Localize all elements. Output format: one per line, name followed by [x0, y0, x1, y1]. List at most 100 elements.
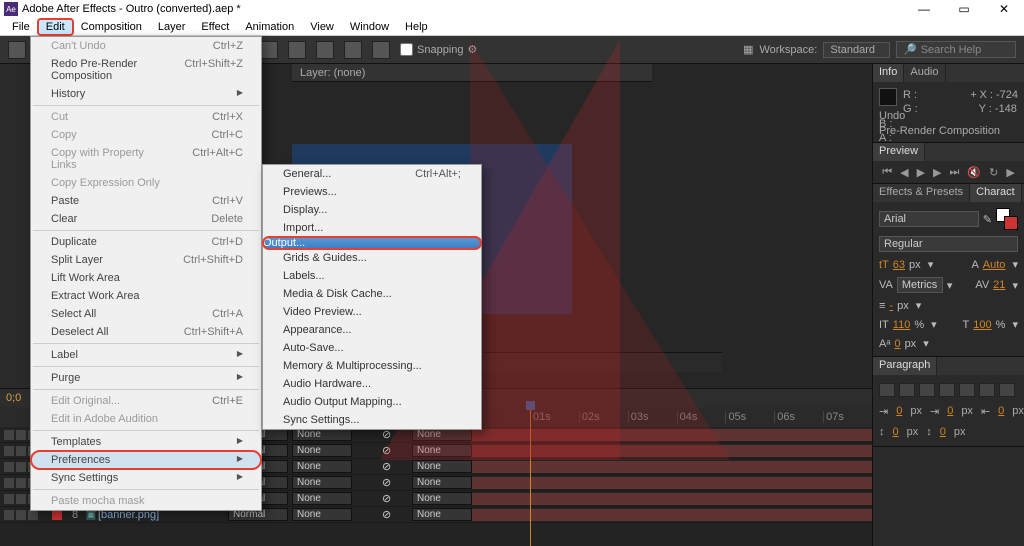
menu-composition[interactable]: Composition: [73, 19, 150, 35]
edit-menu-item[interactable]: DuplicateCtrl+D: [31, 233, 261, 251]
layer-duration-bar[interactable]: [472, 460, 872, 474]
menu-window[interactable]: Window: [342, 19, 397, 35]
leading-value[interactable]: Auto: [983, 259, 1006, 271]
tab-info[interactable]: Info: [873, 64, 904, 82]
font-family-select[interactable]: Arial: [879, 211, 979, 227]
layer-parent-select[interactable]: None: [412, 508, 472, 521]
tab-audio[interactable]: Audio: [904, 64, 945, 82]
layer-parent-select[interactable]: None: [412, 460, 472, 473]
prefs-menu-item[interactable]: Display...: [263, 201, 481, 219]
snapping-checkbox[interactable]: [400, 43, 413, 56]
selection-tool-icon[interactable]: [8, 41, 26, 59]
align-center-button[interactable]: [899, 383, 915, 397]
edit-menu-item[interactable]: Deselect AllCtrl+Shift+A: [31, 323, 261, 341]
menu-view[interactable]: View: [302, 19, 342, 35]
prefs-menu-item[interactable]: Labels...: [263, 267, 481, 285]
space-after-value[interactable]: 0: [940, 426, 946, 438]
font-size-value[interactable]: 63: [893, 259, 905, 271]
eraser-tool-icon[interactable]: [316, 41, 334, 59]
hscale-value[interactable]: 100: [973, 319, 991, 331]
search-help-field[interactable]: 🔎 Search Help: [896, 41, 1016, 58]
preview-first-icon[interactable]: ⏮: [882, 166, 892, 179]
preview-ram-icon[interactable]: ▶: [1006, 166, 1014, 179]
edit-menu-item[interactable]: Lift Work Area: [31, 269, 261, 287]
workspace-icon[interactable]: ▦: [743, 43, 753, 56]
window-minimize-button[interactable]: —: [904, 0, 944, 18]
menu-help[interactable]: Help: [397, 19, 436, 35]
edit-menu-item[interactable]: Templates: [31, 433, 261, 451]
layer-parent-link-icon[interactable]: ⊘: [382, 476, 412, 489]
layer-parent-link-icon[interactable]: ⊘: [382, 492, 412, 505]
layer-duration-bar[interactable]: [472, 508, 872, 522]
edit-menu-item[interactable]: Preferences: [31, 451, 261, 469]
justify-right-button[interactable]: [979, 383, 995, 397]
prefs-menu-item[interactable]: Audio Hardware...: [263, 375, 481, 393]
edit-menu-item[interactable]: History: [31, 85, 261, 103]
tab-character[interactable]: Charact: [970, 184, 1022, 202]
preview-mute-icon[interactable]: 🔇: [967, 166, 981, 179]
snapping-toggle[interactable]: Snapping ⚙: [400, 43, 477, 56]
prefs-menu-item[interactable]: Appearance...: [263, 321, 481, 339]
layer-duration-bar[interactable]: [472, 444, 872, 458]
preview-play-icon[interactable]: ▶: [917, 166, 925, 179]
layer-color-label[interactable]: [52, 510, 62, 520]
layer-parent-link-icon[interactable]: ⊘: [382, 460, 412, 473]
stroke-width-value[interactable]: -: [889, 300, 893, 312]
prefs-menu-item[interactable]: Auto-Save...: [263, 339, 481, 357]
layer-trkmat-select[interactable]: None: [292, 508, 352, 521]
justify-left-button[interactable]: [939, 383, 955, 397]
prefs-menu-item[interactable]: Grids & Guides...: [263, 249, 481, 267]
prefs-menu-item[interactable]: Sync Settings...: [263, 411, 481, 429]
space-before-value[interactable]: 0: [893, 426, 899, 438]
layer-panel-tab[interactable]: Layer: (none): [292, 64, 652, 82]
clone-tool-icon[interactable]: [288, 41, 306, 59]
edit-menu-item[interactable]: Extract Work Area: [31, 287, 261, 305]
prefs-menu-item[interactable]: Media & Disk Cache...: [263, 285, 481, 303]
preview-prev-icon[interactable]: ◀: [900, 166, 908, 179]
prefs-menu-item[interactable]: Video Preview...: [263, 303, 481, 321]
preview-loop-icon[interactable]: ↻: [989, 166, 998, 179]
layer-parent-select[interactable]: None: [412, 492, 472, 505]
align-left-button[interactable]: [879, 383, 895, 397]
workspace-select[interactable]: Standard: [823, 42, 890, 58]
vscale-value[interactable]: 110: [893, 319, 911, 331]
menu-layer[interactable]: Layer: [150, 19, 194, 35]
preferences-submenu[interactable]: General...Ctrl+Alt+;Previews...Display..…: [262, 164, 482, 430]
justify-center-button[interactable]: [959, 383, 975, 397]
font-style-select[interactable]: Regular: [879, 236, 1018, 252]
layer-parent-select[interactable]: None: [412, 444, 472, 457]
fill-stroke-swatch[interactable]: [996, 208, 1018, 230]
layer-parent-link-icon[interactable]: ⊘: [382, 508, 412, 521]
puppet-tool-icon[interactable]: [372, 41, 390, 59]
edit-menu-item[interactable]: ClearDelete: [31, 210, 261, 228]
prefs-menu-item[interactable]: Import...: [263, 219, 481, 237]
layer-duration-bar[interactable]: [472, 492, 872, 506]
edit-menu-item[interactable]: Purge: [31, 369, 261, 387]
justify-all-button[interactable]: [999, 383, 1015, 397]
menu-edit[interactable]: Edit: [38, 19, 73, 35]
preview-last-icon[interactable]: ⏭: [950, 166, 960, 179]
align-right-button[interactable]: [919, 383, 935, 397]
edit-menu-item[interactable]: Redo Pre-Render CompositionCtrl+Shift+Z: [31, 55, 261, 85]
brush-tool-icon[interactable]: [260, 41, 278, 59]
tab-paragraph[interactable]: Paragraph: [873, 357, 937, 375]
indent-right-value[interactable]: 0: [998, 405, 1004, 418]
prefs-menu-item[interactable]: Memory & Multiprocessing...: [263, 357, 481, 375]
indent-first-value[interactable]: 0: [947, 405, 953, 418]
layer-flags[interactable]: [0, 510, 48, 520]
prefs-menu-item[interactable]: General...Ctrl+Alt+;: [263, 165, 481, 183]
edit-menu-item[interactable]: Sync Settings: [31, 469, 261, 487]
window-close-button[interactable]: ✕: [984, 0, 1024, 18]
edit-menu-item[interactable]: Label: [31, 346, 261, 364]
layer-trkmat-select[interactable]: None: [292, 444, 352, 457]
tab-preview[interactable]: Preview: [873, 143, 925, 161]
prefs-menu-item[interactable]: Previews...: [263, 183, 481, 201]
menu-animation[interactable]: Animation: [237, 19, 302, 35]
roto-tool-icon[interactable]: [344, 41, 362, 59]
window-maximize-button[interactable]: ▭: [944, 0, 984, 18]
kerning-select[interactable]: Metrics: [897, 277, 943, 293]
tracking-value[interactable]: 21: [993, 279, 1005, 291]
layer-trkmat-select[interactable]: None: [292, 492, 352, 505]
layer-trkmat-select[interactable]: None: [292, 476, 352, 489]
edit-menu-item[interactable]: PasteCtrl+V: [31, 192, 261, 210]
